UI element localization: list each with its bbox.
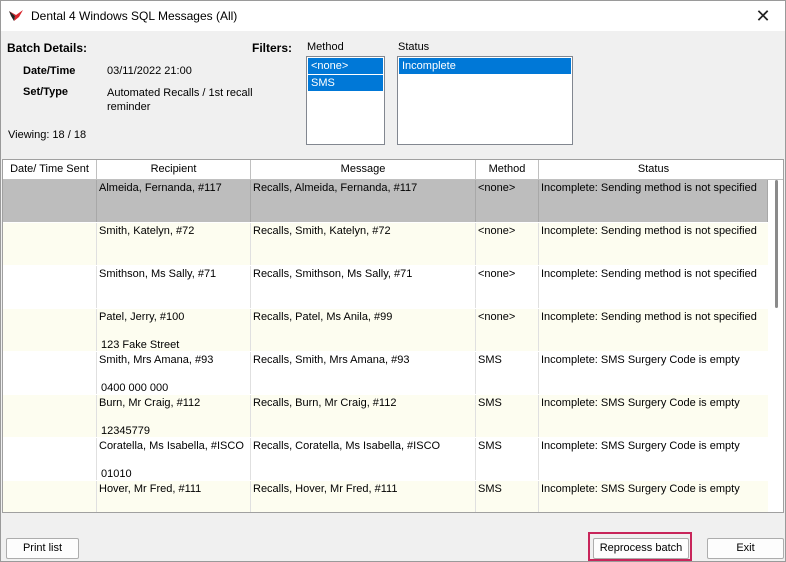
set-type-value: Automated Recalls / 1st recall reminder	[107, 87, 253, 113]
recipient-name: Burn, Mr Craig, #112	[99, 397, 201, 409]
cell-method: <none>	[476, 266, 539, 308]
viewing-count: Viewing: 18 / 18	[8, 129, 87, 141]
recipient-name: Patel, Jerry, #100	[99, 311, 185, 323]
recipient-name: Smith, Mrs Amana, #93	[99, 354, 214, 366]
recipient-name: Smithson, Ms Sally, #71	[99, 268, 217, 280]
cell-sent	[3, 481, 97, 512]
cell-message: Recalls, Coratella, Ms Isabella, #ISCO	[251, 438, 476, 480]
dental-logo-icon	[9, 10, 23, 21]
batch-details-heading: Batch Details:	[7, 41, 88, 55]
set-type-label: Set/Type	[23, 86, 69, 98]
vertical-scroll-thumb[interactable]	[775, 180, 778, 308]
grid-rows: Almeida, Fernanda, #117 Recalls, Almeida…	[3, 180, 768, 512]
cell-recipient: Burn, Mr Craig, #112 12345779	[97, 395, 251, 437]
cell-status: Incomplete: SMS Surgery Code is empty	[541, 397, 740, 409]
messages-window: Dental 4 Windows SQL Messages (All) ✕ Ba…	[0, 0, 786, 562]
status-filter-list[interactable]: Incomplete	[397, 56, 573, 145]
table-row[interactable]: Patel, Jerry, #100 123 Fake Street Recall…	[3, 309, 768, 352]
exit-button[interactable]: Exit	[707, 538, 784, 559]
title-bar: Dental 4 Windows SQL Messages (All) ✕	[1, 1, 785, 31]
recipient-name: Almeida, Fernanda, #117	[99, 182, 222, 194]
recipient-detail: 0400 000 000	[101, 382, 169, 394]
column-header-sent[interactable]: Date/ Time Sent	[3, 160, 97, 179]
cell-method: SMS	[476, 352, 539, 394]
cell-recipient: Smithson, Ms Sally, #71	[97, 266, 251, 308]
table-row[interactable]: Smith, Katelyn, #72 Recalls, Smith, Kate…	[3, 223, 768, 266]
recipient-name: Smith, Katelyn, #72	[99, 225, 195, 237]
grid-header: Date/ Time Sent Recipient Message Method…	[3, 160, 783, 180]
table-row[interactable]: Smith, Mrs Amana, #93 0400 000 000 Recall…	[3, 352, 768, 395]
close-icon[interactable]: ✕	[741, 1, 785, 31]
vertical-scrollbar[interactable]	[771, 180, 783, 510]
cell-method: SMS	[476, 481, 539, 512]
cell-message: Recalls, Smithson, Ms Sally, #71	[251, 266, 476, 308]
print-list-button[interactable]: Print list	[6, 538, 79, 559]
cell-status: Incomplete: SMS Surgery Code is empty	[541, 483, 740, 495]
status-option-incomplete[interactable]: Incomplete	[399, 58, 571, 74]
recipient-detail: 01010	[101, 468, 132, 480]
cell-message: Recalls, Almeida, Fernanda, #117	[251, 180, 476, 222]
cell-sent	[3, 266, 97, 308]
cell-method: SMS	[476, 395, 539, 437]
date-time-label: Date/Time	[23, 65, 76, 77]
window-title: Dental 4 Windows SQL Messages (All)	[31, 9, 238, 23]
cell-method: <none>	[476, 223, 539, 265]
cell-method: <none>	[476, 180, 539, 222]
cell-status: Incomplete: Sending method is not specif…	[539, 180, 768, 222]
cell-sent	[3, 395, 97, 437]
cell-recipient: Hover, Mr Fred, #111	[97, 481, 251, 512]
table-row[interactable]: Burn, Mr Craig, #112 12345779 Recalls, Bu…	[3, 395, 768, 438]
method-filter-list[interactable]: <none> SMS	[306, 56, 385, 145]
cell-message: Recalls, Burn, Mr Craig, #112	[251, 395, 476, 437]
cell-method: SMS	[476, 438, 539, 480]
cell-sent	[3, 223, 97, 265]
status-filter-label: Status	[398, 41, 430, 53]
filters-heading: Filters:	[252, 41, 293, 55]
date-time-value: 03/11/2022 21:00	[107, 65, 192, 77]
table-row[interactable]: Smithson, Ms Sally, #71 Recalls, Smithso…	[3, 266, 768, 309]
column-header-recipient[interactable]: Recipient	[97, 160, 251, 179]
reprocess-batch-button[interactable]: Reprocess batch	[593, 538, 689, 559]
column-header-status[interactable]: Status	[539, 160, 768, 179]
cell-sent	[3, 309, 97, 351]
cell-status: Incomplete: Sending method is not specif…	[541, 225, 757, 237]
column-header-method[interactable]: Method	[476, 160, 539, 179]
method-option-sms[interactable]: SMS	[308, 75, 383, 91]
cell-message: Recalls, Smith, Mrs Amana, #93	[251, 352, 476, 394]
cell-sent	[3, 352, 97, 394]
cell-method: <none>	[476, 309, 539, 351]
recipient-name: Hover, Mr Fred, #111	[99, 483, 202, 495]
cell-recipient: Coratella, Ms Isabella, #ISCO 01010	[97, 438, 251, 480]
table-row[interactable]: Almeida, Fernanda, #117 Recalls, Almeida…	[3, 180, 768, 223]
cell-message: Recalls, Hover, Mr Fred, #111	[251, 481, 476, 512]
cell-sent	[3, 180, 97, 222]
cell-recipient: Smith, Katelyn, #72	[97, 223, 251, 265]
table-row[interactable]: Hover, Mr Fred, #111 Recalls, Hover, Mr …	[3, 481, 768, 512]
method-option-none[interactable]: <none>	[308, 58, 383, 74]
cell-recipient: Smith, Mrs Amana, #93 0400 000 000	[97, 352, 251, 394]
cell-recipient: Almeida, Fernanda, #117	[97, 180, 251, 222]
recipient-detail: 123 Fake Street	[101, 339, 180, 351]
column-header-message[interactable]: Message	[251, 160, 476, 179]
table-row[interactable]: Coratella, Ms Isabella, #ISCO 01010 Recal…	[3, 438, 768, 481]
cell-status: Incomplete: Sending method is not specif…	[541, 311, 757, 323]
cell-message: Recalls, Patel, Ms Anila, #99	[251, 309, 476, 351]
cell-sent	[3, 438, 97, 480]
cell-status: Incomplete: SMS Surgery Code is empty	[541, 440, 740, 452]
messages-grid[interactable]: Date/ Time Sent Recipient Message Method…	[2, 159, 784, 513]
cell-recipient: Patel, Jerry, #100 123 Fake Street	[97, 309, 251, 351]
method-filter-label: Method	[307, 41, 344, 53]
cell-status: Incomplete: SMS Surgery Code is empty	[541, 354, 740, 366]
recipient-detail: 12345779	[101, 425, 150, 437]
cell-message: Recalls, Smith, Katelyn, #72	[251, 223, 476, 265]
cell-status: Incomplete: Sending method is not specif…	[541, 268, 757, 280]
recipient-name: Coratella, Ms Isabella, #ISCO	[99, 440, 244, 452]
